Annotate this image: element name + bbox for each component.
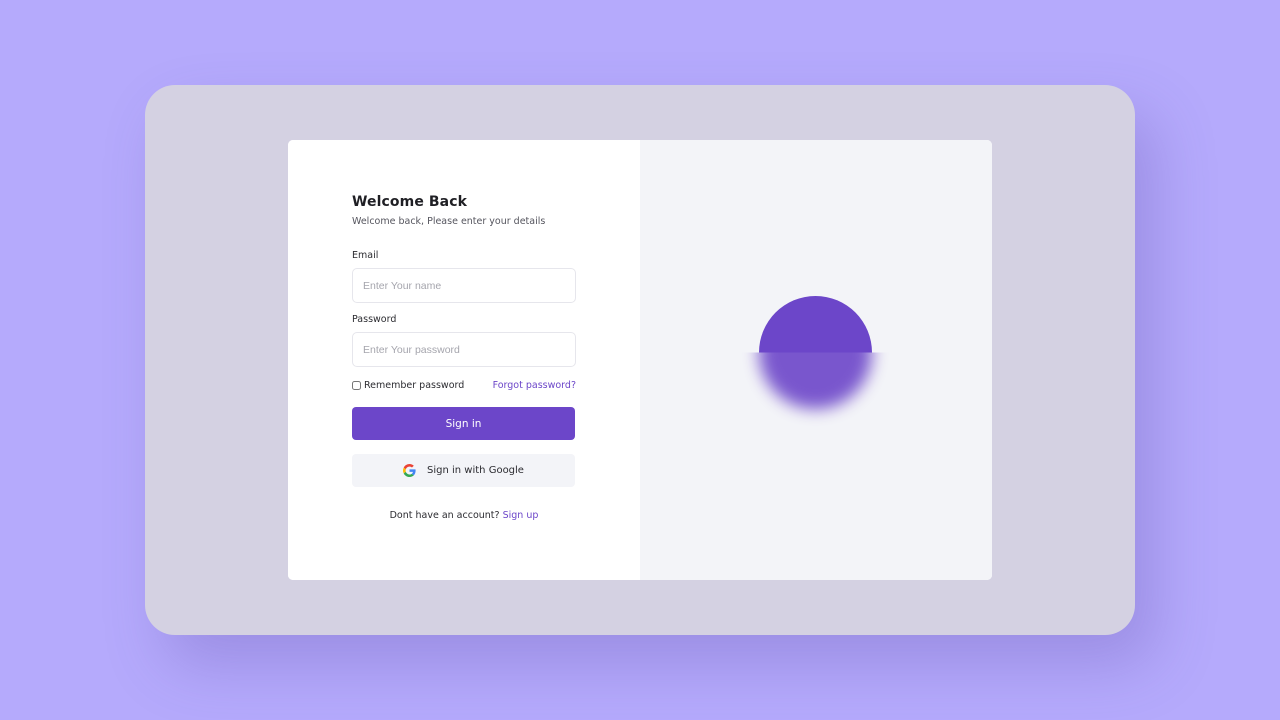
page-title: Welcome Back [352, 194, 468, 210]
remember-label: Remember password [364, 379, 465, 391]
login-card: Welcome Back Welcome back, Please enter … [288, 140, 992, 580]
remember-checkbox[interactable] [352, 380, 361, 390]
password-label: Password [352, 314, 397, 325]
illustration-panel [640, 140, 992, 580]
no-account-text: Dont have an account? [389, 510, 500, 521]
sign-up-link[interactable]: Sign up [503, 510, 539, 521]
login-form: Welcome Back Welcome back, Please enter … [352, 194, 576, 521]
email-label: Email [352, 250, 379, 261]
sign-in-label: Sign in [445, 417, 482, 430]
google-sign-in-label: Sign in with Google [427, 465, 524, 476]
options-row: Remember password Forgot password? [352, 379, 576, 391]
password-field[interactable] [352, 332, 576, 367]
decorative-orb [752, 290, 888, 430]
login-panel: Welcome Back Welcome back, Please enter … [288, 140, 640, 580]
google-sign-in-button[interactable]: Sign in with Google [352, 454, 575, 487]
sign-in-button[interactable]: Sign in [352, 407, 575, 440]
signup-prompt: Dont have an account? Sign up [352, 510, 576, 521]
page-subtitle: Welcome back, Please enter your details [352, 216, 546, 227]
remember-password[interactable]: Remember password [352, 380, 464, 391]
forgot-password-link[interactable]: Forgot password? [493, 380, 576, 391]
google-g-icon [403, 464, 416, 477]
email-field[interactable] [352, 268, 576, 303]
